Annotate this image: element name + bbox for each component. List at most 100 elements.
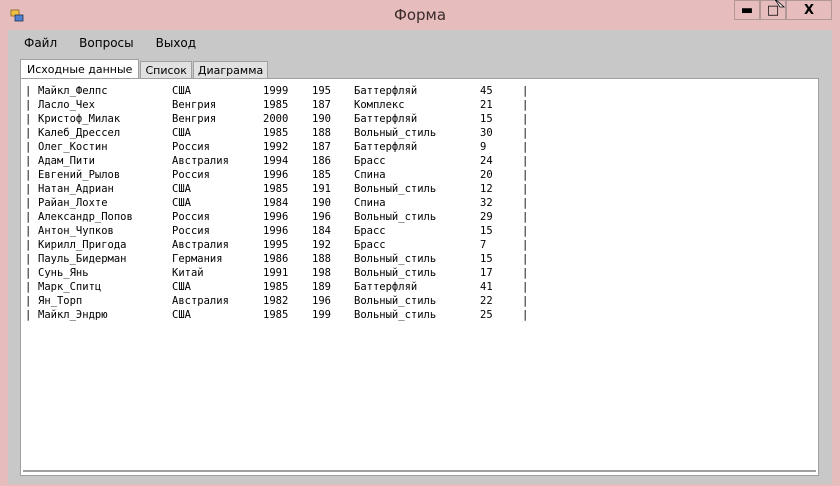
- athlete-year: 1991: [263, 267, 289, 279]
- athlete-style: Вольный_стиль: [354, 127, 437, 139]
- table-row: | Кристоф_Милак Венгрия 2000 190 Баттерфляй 15…: [25, 112, 545, 126]
- athlete-year: 1996: [263, 169, 289, 181]
- athlete-country: США: [172, 183, 191, 195]
- row-separator-right: |: [522, 99, 529, 111]
- athlete-score: 15: [480, 225, 493, 237]
- athlete-year: 1996: [263, 211, 289, 223]
- athlete-style: Баттерфляй: [354, 281, 418, 293]
- row-separator-left: |: [25, 113, 32, 125]
- row-separator-right: |: [522, 295, 529, 307]
- row-separator-left: |: [25, 169, 32, 181]
- athlete-year: 1996: [263, 225, 289, 237]
- tab-source-data[interactable]: Исходные данные: [20, 59, 140, 79]
- tab-strip: Исходные данные Список Диаграмма: [20, 59, 269, 79]
- athlete-year: 1994: [263, 155, 289, 167]
- row-separator-right: |: [522, 267, 529, 279]
- row-separator-right: |: [522, 211, 529, 223]
- athlete-score: 17: [480, 267, 493, 279]
- table-row: | Майкл_Фелпс США 1999 195 Баттерфляй 45 |: [25, 84, 545, 98]
- row-separator-right: |: [522, 239, 529, 251]
- row-separator-right: |: [522, 127, 529, 139]
- athlete-year: 1985: [263, 281, 289, 293]
- table-row: | Олег_Костин Россия 1992 187 Баттерфляй 9 |: [25, 140, 545, 154]
- tab-list[interactable]: Список: [140, 61, 192, 79]
- table-row: | Ян_Торп Австралия 1982 196 Вольный_стиль 22 |: [25, 294, 545, 308]
- row-separator-right: |: [522, 183, 529, 195]
- athlete-name: Райан_Лохте: [38, 197, 108, 209]
- athlete-country: Австралия: [172, 239, 229, 251]
- athlete-country: Россия: [172, 169, 210, 181]
- menu-exit[interactable]: Выход: [148, 30, 204, 54]
- client-area: Файл Вопросы Выход Исходные данные Списо…: [8, 30, 832, 484]
- row-separator-left: |: [25, 183, 32, 195]
- athlete-style: Брасс: [354, 155, 386, 167]
- tab-chart[interactable]: Диаграмма: [192, 61, 269, 79]
- athlete-country: США: [172, 197, 191, 209]
- athlete-height: 196: [312, 295, 331, 307]
- menu-file[interactable]: Файл: [16, 30, 65, 54]
- athlete-style: Вольный_стиль: [354, 211, 437, 223]
- athlete-height: 185: [312, 169, 331, 181]
- row-separator-left: |: [25, 197, 32, 209]
- athlete-style: Вольный_стиль: [354, 253, 437, 265]
- table-row: | Майкл_Эндрю США 1985 199 Вольный_стиль 25 |: [25, 308, 545, 322]
- athlete-style: Вольный_стиль: [354, 183, 437, 195]
- athlete-height: 187: [312, 141, 331, 153]
- athlete-name: Сунь_Янь: [38, 267, 89, 279]
- athlete-year: 1992: [263, 141, 289, 153]
- athlete-score: 21: [480, 99, 493, 111]
- athlete-name: Евгений_Рылов: [38, 169, 121, 181]
- athlete-score: 24: [480, 155, 493, 167]
- athlete-country: США: [172, 309, 191, 321]
- athlete-height: 196: [312, 211, 331, 223]
- athlete-year: 1995: [263, 239, 289, 251]
- athlete-year: 1985: [263, 183, 289, 195]
- athlete-height: 189: [312, 281, 331, 293]
- athlete-country: Венгрия: [172, 99, 217, 111]
- minimize-button[interactable]: ▬: [734, 0, 760, 20]
- athlete-height: 188: [312, 253, 331, 265]
- athlete-style: Комплекс: [354, 99, 405, 111]
- row-separator-right: |: [522, 169, 529, 181]
- athlete-height: 187: [312, 99, 331, 111]
- athlete-score: 25: [480, 309, 493, 321]
- row-separator-right: |: [522, 85, 529, 97]
- athlete-height: 192: [312, 239, 331, 251]
- athlete-country: Китай: [172, 267, 204, 279]
- athlete-height: 195: [312, 85, 331, 97]
- athlete-name: Антон_Чупков: [38, 225, 114, 237]
- athlete-score: 9: [480, 141, 487, 153]
- athlete-country: США: [172, 281, 191, 293]
- row-separator-left: |: [25, 295, 32, 307]
- source-data-panel[interactable]: | Майкл_Фелпс США 1999 195 Баттерфляй 45 | | Ласл…: [20, 78, 819, 476]
- row-separator-left: |: [25, 211, 32, 223]
- close-button[interactable]: X: [786, 0, 832, 20]
- athlete-height: 184: [312, 225, 331, 237]
- athlete-year: 1982: [263, 295, 289, 307]
- row-separator-left: |: [25, 141, 32, 153]
- athlete-country: Россия: [172, 225, 210, 237]
- athlete-score: 15: [480, 253, 493, 265]
- athlete-score: 12: [480, 183, 493, 195]
- athlete-country: Венгрия: [172, 113, 217, 125]
- athlete-height: 186: [312, 155, 331, 167]
- athlete-height: 188: [312, 127, 331, 139]
- row-separator-left: |: [25, 99, 32, 111]
- data-listing: | Майкл_Фелпс США 1999 195 Баттерфляй 45 | | Ласл…: [25, 84, 545, 322]
- table-row: | Натан_Адриан США 1985 191 Вольный_стиль 12 |: [25, 182, 545, 196]
- main-window: Форма ▬ □ X Файл Вопросы Выход Исходные …: [0, 0, 840, 486]
- row-separator-left: |: [25, 239, 32, 251]
- athlete-country: Австралия: [172, 155, 229, 167]
- row-separator-left: |: [25, 155, 32, 167]
- menu-questions[interactable]: Вопросы: [71, 30, 141, 54]
- athlete-score: 45: [480, 85, 493, 97]
- row-separator-right: |: [522, 225, 529, 237]
- close-icon: X: [803, 2, 815, 18]
- row-separator-right: |: [522, 253, 529, 265]
- athlete-height: 190: [312, 197, 331, 209]
- athlete-style: Спина: [354, 169, 386, 181]
- table-row: | Калеб_Дрессел США 1985 188 Вольный_стиль 30 |: [25, 126, 545, 140]
- title-bar[interactable]: Форма ▬ □ X: [0, 0, 840, 30]
- athlete-score: 7: [480, 239, 487, 251]
- athlete-style: Брасс: [354, 239, 386, 251]
